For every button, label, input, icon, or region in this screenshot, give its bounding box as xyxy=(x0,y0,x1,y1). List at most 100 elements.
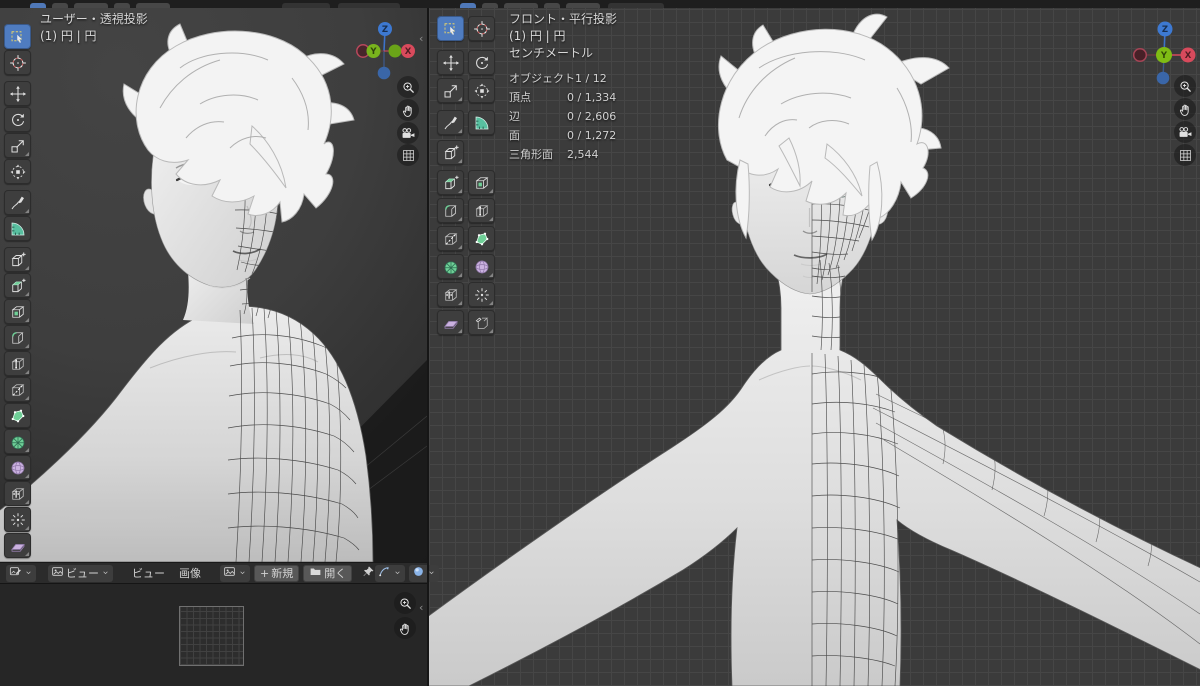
image-editor-canvas: ‹ xyxy=(0,584,427,686)
tool-spin-button[interactable] xyxy=(4,429,31,454)
tool-edge-slide-button[interactable] xyxy=(437,282,464,307)
tool-select-box-button[interactable] xyxy=(4,24,31,49)
pan-hand-button[interactable] xyxy=(394,617,416,639)
chevron-down-icon xyxy=(238,567,247,580)
menu-view[interactable]: ビュー xyxy=(125,565,172,581)
header-partial-button xyxy=(566,3,600,8)
header-partial-button xyxy=(544,3,560,8)
header-partial-button xyxy=(52,3,68,8)
zoom-button[interactable] xyxy=(1174,75,1196,97)
axis-gizmo[interactable]: Y X Z xyxy=(352,18,418,84)
vector-handle-icon xyxy=(378,565,391,581)
tool-cursor-button[interactable] xyxy=(468,16,495,41)
axis-z-label: Z xyxy=(382,25,388,35)
tool-knife-button[interactable] xyxy=(437,226,464,251)
tool-annotate-button[interactable] xyxy=(437,110,464,135)
tool-poly-build-button[interactable] xyxy=(468,226,495,251)
axis-neg-x-ball[interactable] xyxy=(1132,47,1148,63)
tool-add-cube-button[interactable] xyxy=(437,140,464,165)
tool-edge-slide-button[interactable] xyxy=(4,481,31,506)
tool-shear-button[interactable] xyxy=(4,533,31,558)
editor-divider[interactable] xyxy=(427,0,429,686)
header-partial-button xyxy=(114,3,130,8)
tool-select-box-button[interactable] xyxy=(437,16,464,41)
axis-neg-z-ball[interactable] xyxy=(377,66,391,80)
tool-poly-build-button[interactable] xyxy=(4,403,31,428)
viewport-user-perspective: ユーザー・透視投影 (1) 円 | 円 Y X Z ‹ xyxy=(0,8,427,562)
tool-bevel-button[interactable] xyxy=(4,325,31,350)
perspective-toggle-button[interactable] xyxy=(1174,144,1196,166)
chevron-down-icon xyxy=(393,567,402,580)
tool-rotate-button[interactable] xyxy=(468,50,495,75)
plus-icon: + xyxy=(260,566,270,580)
camera-view-button[interactable] xyxy=(1174,121,1196,143)
axis-x-label: X xyxy=(1185,51,1192,61)
tool-measure-button[interactable] xyxy=(468,110,495,135)
tool-annotate-button[interactable] xyxy=(4,190,31,215)
tool-shrink-fatten-button[interactable] xyxy=(4,507,31,532)
tool-inset-faces-button[interactable] xyxy=(4,299,31,324)
viewport-front-orthographic: フロント・平行投影 (1) 円 | 円 センチメートル オブジェクト1 / 12… xyxy=(429,8,1200,686)
tool-rip-region-button[interactable] xyxy=(468,310,495,335)
tool-transform-button[interactable] xyxy=(468,78,495,103)
tool-scale-button[interactable] xyxy=(437,78,464,103)
axis-z-label: Z xyxy=(1162,25,1168,35)
image-icon xyxy=(51,565,64,581)
axis-neg-y-ball[interactable] xyxy=(388,44,402,58)
camera-view-button[interactable] xyxy=(397,122,419,144)
image-browse-dropdown[interactable] xyxy=(220,564,250,582)
tool-measure-button[interactable] xyxy=(4,216,31,241)
header-partial-button xyxy=(460,3,476,8)
tool-extrude-region-button[interactable] xyxy=(437,170,464,195)
image-icon xyxy=(223,565,236,581)
axis-y-label: Y xyxy=(369,47,377,57)
axis-neg-z-ball[interactable] xyxy=(1156,71,1170,85)
pan-hand-button[interactable] xyxy=(1174,98,1196,120)
tool-transform-button[interactable] xyxy=(4,159,31,184)
tool-spin-button[interactable] xyxy=(437,254,464,279)
header-partial-field xyxy=(282,3,330,8)
new-image-button[interactable]: + 新規 xyxy=(254,564,300,582)
tool-shear-button[interactable] xyxy=(437,310,464,335)
handle-display-dropdown[interactable] xyxy=(375,564,406,582)
pin-icon-button[interactable] xyxy=(362,565,375,581)
tool-shrink-fatten-button[interactable] xyxy=(468,282,495,307)
header-partial-button xyxy=(482,3,498,8)
sidebar-toggle-arrow[interactable]: ‹ xyxy=(419,602,423,613)
header-partial-button xyxy=(504,3,538,8)
image-editor-icon xyxy=(9,565,22,581)
model-render-left xyxy=(0,23,427,562)
proportional-falloff-dropdown[interactable] xyxy=(409,564,440,582)
tool-smooth-button[interactable] xyxy=(468,254,495,279)
tool-move-button[interactable] xyxy=(437,50,464,75)
tool-cursor-button[interactable] xyxy=(4,50,31,75)
zoom-button[interactable] xyxy=(397,76,419,98)
tool-inset-faces-button[interactable] xyxy=(468,170,495,195)
display-mode-label: ビュー xyxy=(66,567,99,580)
tool-knife-button[interactable] xyxy=(4,377,31,402)
tool-smooth-button[interactable] xyxy=(4,455,31,480)
tool-add-cube-button[interactable] xyxy=(4,247,31,272)
axis-y-label: Y xyxy=(1160,51,1168,61)
display-mode-dropdown[interactable]: ビュー xyxy=(48,564,113,582)
tool-loop-cut-button[interactable] xyxy=(4,351,31,376)
zoom-button[interactable] xyxy=(394,592,416,614)
folder-icon xyxy=(309,565,322,581)
pan-hand-button[interactable] xyxy=(397,99,419,121)
sidebar-toggle-arrow[interactable]: ‹ xyxy=(419,33,423,44)
tool-scale-button[interactable] xyxy=(4,133,31,158)
uv-grid xyxy=(179,606,244,666)
menu-image[interactable]: 画像 xyxy=(172,565,208,581)
tool-move-button[interactable] xyxy=(4,81,31,106)
chevron-down-icon xyxy=(24,567,33,580)
editor-type-dropdown[interactable] xyxy=(6,564,36,582)
tool-bevel-button[interactable] xyxy=(437,198,464,223)
tool-extrude-region-button[interactable] xyxy=(4,273,31,298)
image-editor-header: ビュー ビュー 画像 + 新規 開く xyxy=(0,562,440,584)
header-partial-field xyxy=(608,3,664,8)
tool-rotate-button[interactable] xyxy=(4,107,31,132)
perspective-toggle-button[interactable] xyxy=(397,144,419,166)
open-image-button[interactable]: 開く xyxy=(303,564,353,582)
header-partial-button xyxy=(74,3,108,8)
tool-loop-cut-button[interactable] xyxy=(468,198,495,223)
